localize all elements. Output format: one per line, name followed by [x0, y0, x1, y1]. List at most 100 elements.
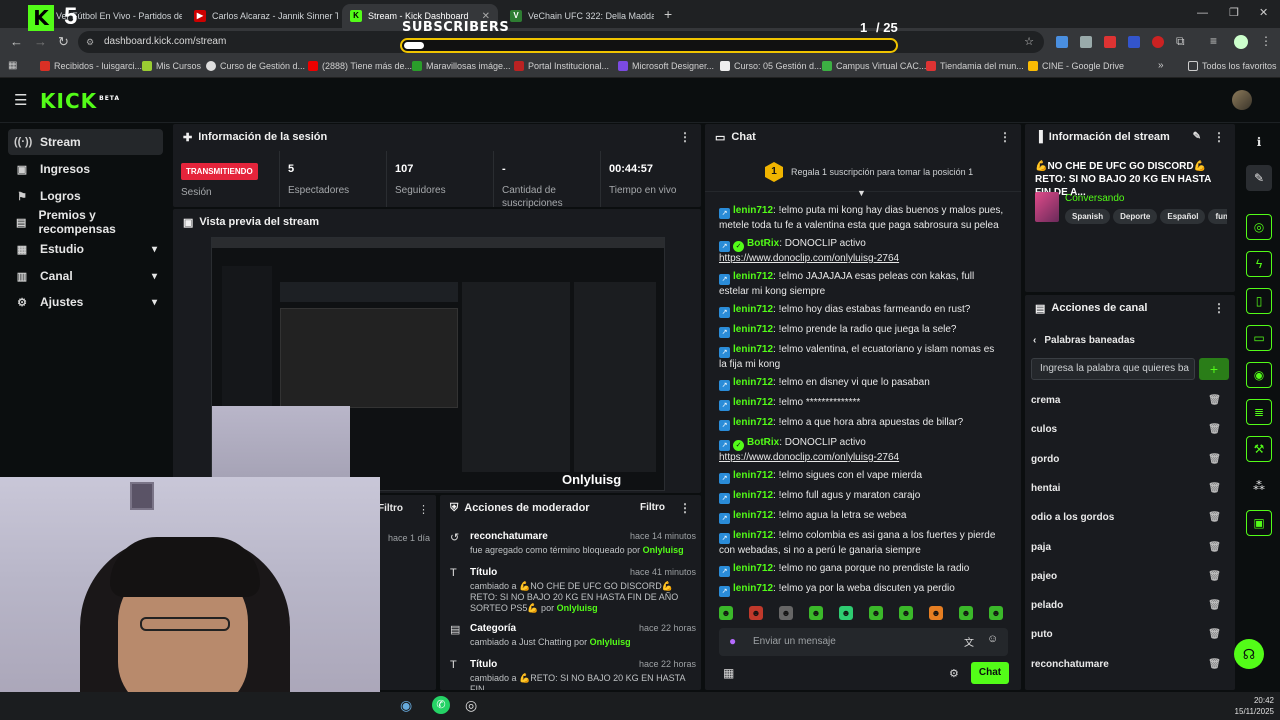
chat-username[interactable]: lenin712: [733, 583, 773, 594]
add-word-button[interactable]: +: [1199, 358, 1229, 380]
chat-username[interactable]: lenin712: [733, 397, 773, 408]
delete-trash-icon[interactable]: 🗑: [1208, 450, 1221, 470]
support-headset-button[interactable]: ☊: [1234, 639, 1264, 669]
emote-icon[interactable]: ☻: [929, 606, 943, 620]
chat-username[interactable]: lenin712: [733, 510, 773, 521]
microphone-icon[interactable]: ●: [729, 634, 736, 648]
chat-link[interactable]: https://www.donoclip.com/onlyluisg-2764: [719, 452, 899, 463]
all-bookmarks-folder[interactable]: Todos los favoritos: [1188, 61, 1277, 71]
emote-icon[interactable]: ☻: [869, 606, 883, 620]
more-options-icon[interactable]: ⋮: [418, 503, 429, 516]
banned-word-input[interactable]: Ingresa la palabra que quieres ba: [1031, 358, 1195, 380]
sidebar-item-canal[interactable]: ▥ Canal ▾: [8, 263, 163, 289]
more-options-icon[interactable]: ⋮: [1213, 301, 1225, 315]
browser-tab-2[interactable]: ▶ Carlos Alcaraz - Jannik Sinner T... ✕: [186, 4, 338, 28]
stream-category[interactable]: Conversando: [1065, 193, 1124, 204]
extension-icon[interactable]: [1128, 36, 1140, 48]
sidebar-item-ingresos[interactable]: ▣ Ingresos: [8, 156, 163, 182]
mod-user[interactable]: Onlyluisg: [557, 603, 598, 613]
tag[interactable]: Deporte: [1113, 209, 1158, 224]
bookmark-item[interactable]: Tiendamia del mun...: [926, 61, 1024, 71]
extension-icon[interactable]: [1152, 36, 1164, 48]
chat-username[interactable]: lenin712: [733, 377, 773, 388]
chat-username[interactable]: lenin712: [733, 344, 773, 355]
steam-icon[interactable]: ◉: [400, 697, 412, 714]
bookmark-item[interactable]: Curso: 05 Gestión d...: [720, 61, 822, 71]
bookmark-item[interactable]: CINE - Google Drive: [1028, 61, 1124, 71]
delete-trash-icon[interactable]: 🗑: [1208, 655, 1221, 675]
chat-username[interactable]: lenin712: [733, 304, 773, 315]
layers-icon[interactable]: ≣: [1246, 399, 1272, 425]
sidebar-item-premios[interactable]: ▤ Premios y recompensas: [8, 208, 163, 236]
sidebar-item-ajustes[interactable]: ⚙ Ajustes ▾: [8, 289, 163, 315]
extension-icon[interactable]: [1080, 36, 1092, 48]
sidebar-item-estudio[interactable]: ▦ Estudio ▾: [8, 236, 163, 262]
target-icon[interactable]: ◎: [1246, 214, 1272, 240]
more-options-icon[interactable]: ⋮: [679, 501, 691, 515]
site-info-icon[interactable]: ⚙: [86, 31, 94, 53]
chat-icon[interactable]: ▭: [1246, 325, 1272, 351]
emote-icon[interactable]: ☻: [959, 606, 973, 620]
sidebar-item-stream[interactable]: ((·)) Stream: [8, 129, 163, 155]
info-icon[interactable]: ℹ: [1246, 129, 1272, 155]
extensions-puzzle-icon[interactable]: ⧉: [1176, 34, 1185, 49]
bookmark-item[interactable]: Portal Institucional...: [514, 61, 609, 71]
profile-avatar[interactable]: [1234, 35, 1248, 49]
emote-icon[interactable]: ☻: [899, 606, 913, 620]
close-window-icon[interactable]: ✕: [1259, 6, 1268, 19]
chat-link[interactable]: https://www.donoclip.com/onlyluisg-2764: [719, 253, 899, 264]
mod-user[interactable]: Onlyluisg: [590, 637, 631, 647]
sub-goal-banner[interactable]: 1 Regala 1 suscripción para tomar la pos…: [705, 152, 1021, 198]
more-options-icon[interactable]: ⋮: [999, 130, 1011, 144]
chat-username[interactable]: lenin712: [733, 563, 773, 574]
delete-trash-icon[interactable]: 🗑: [1208, 538, 1221, 558]
chat-username[interactable]: lenin712: [733, 490, 773, 501]
media-icon[interactable]: ≡: [1210, 34, 1217, 48]
edit-pencil-icon[interactable]: ✎: [1193, 131, 1201, 142]
delete-trash-icon[interactable]: 🗑: [1208, 391, 1221, 411]
emote-icon[interactable]: ☻: [839, 606, 853, 620]
apps-grid-icon[interactable]: ▦: [8, 60, 17, 71]
kick-logo[interactable]: KICK BETA: [40, 89, 120, 113]
document-icon[interactable]: ▯: [1246, 288, 1272, 314]
stream-preview-video[interactable]: Onlyluisg: [211, 237, 665, 491]
obs-icon[interactable]: ◎: [465, 697, 477, 714]
pin-icon[interactable]: ▼: [857, 188, 866, 198]
chat-username[interactable]: lenin712: [733, 271, 773, 282]
chat-input[interactable]: ● Enviar un mensaje 文 ☺: [719, 628, 1008, 656]
delete-trash-icon[interactable]: 🗑: [1208, 479, 1221, 499]
minimize-icon[interactable]: —: [1197, 7, 1208, 19]
sidebar-item-logros[interactable]: ⚑ Logros: [8, 183, 163, 209]
chat-username[interactable]: lenin712: [733, 530, 773, 541]
back-icon[interactable]: ←: [10, 34, 23, 49]
bookmark-star-icon[interactable]: ☆: [1024, 31, 1034, 53]
reload-icon[interactable]: ↻: [58, 34, 69, 50]
hamburger-menu-icon[interactable]: ☰: [14, 91, 27, 109]
chat-username[interactable]: lenin712: [733, 470, 773, 481]
category-thumbnail[interactable]: [1035, 192, 1059, 222]
feed-filter-button[interactable]: Filtro: [378, 503, 403, 514]
delete-trash-icon[interactable]: 🗑: [1208, 625, 1221, 645]
banned-words-back[interactable]: ‹ Palabras baneadas: [1033, 335, 1135, 346]
share-nodes-icon[interactable]: ⁂: [1246, 473, 1272, 499]
whatsapp-icon[interactable]: ✆: [432, 696, 450, 714]
emote-icon[interactable]: ☻: [749, 606, 763, 620]
bookmark-item[interactable]: Microsoft Designer...: [618, 61, 714, 71]
forward-icon[interactable]: →: [34, 34, 47, 49]
chat-username[interactable]: lenin712: [733, 324, 773, 335]
wrench-icon[interactable]: ⚒: [1246, 436, 1272, 462]
browser-menu-icon[interactable]: ⋮: [1260, 34, 1272, 48]
edit-icon[interactable]: ✎: [1246, 165, 1272, 191]
chat-send-button[interactable]: Chat: [971, 662, 1009, 684]
tag[interactable]: Spanish: [1065, 209, 1111, 224]
chat-settings-icon[interactable]: ⚙: [949, 667, 959, 680]
chat-username[interactable]: lenin712: [733, 417, 773, 428]
delete-trash-icon[interactable]: 🗑: [1208, 508, 1221, 528]
more-options-icon[interactable]: ⋮: [679, 130, 691, 144]
bookmark-item[interactable]: (2888) Tiene más de...: [308, 61, 412, 71]
bookmark-item[interactable]: Maravillosas imáge...: [412, 61, 511, 71]
chat-username[interactable]: lenin712: [733, 205, 773, 216]
emoji-icon[interactable]: ☺: [987, 633, 998, 645]
emote-icon[interactable]: ☻: [809, 606, 823, 620]
gift-icon[interactable]: ▦: [723, 666, 734, 680]
